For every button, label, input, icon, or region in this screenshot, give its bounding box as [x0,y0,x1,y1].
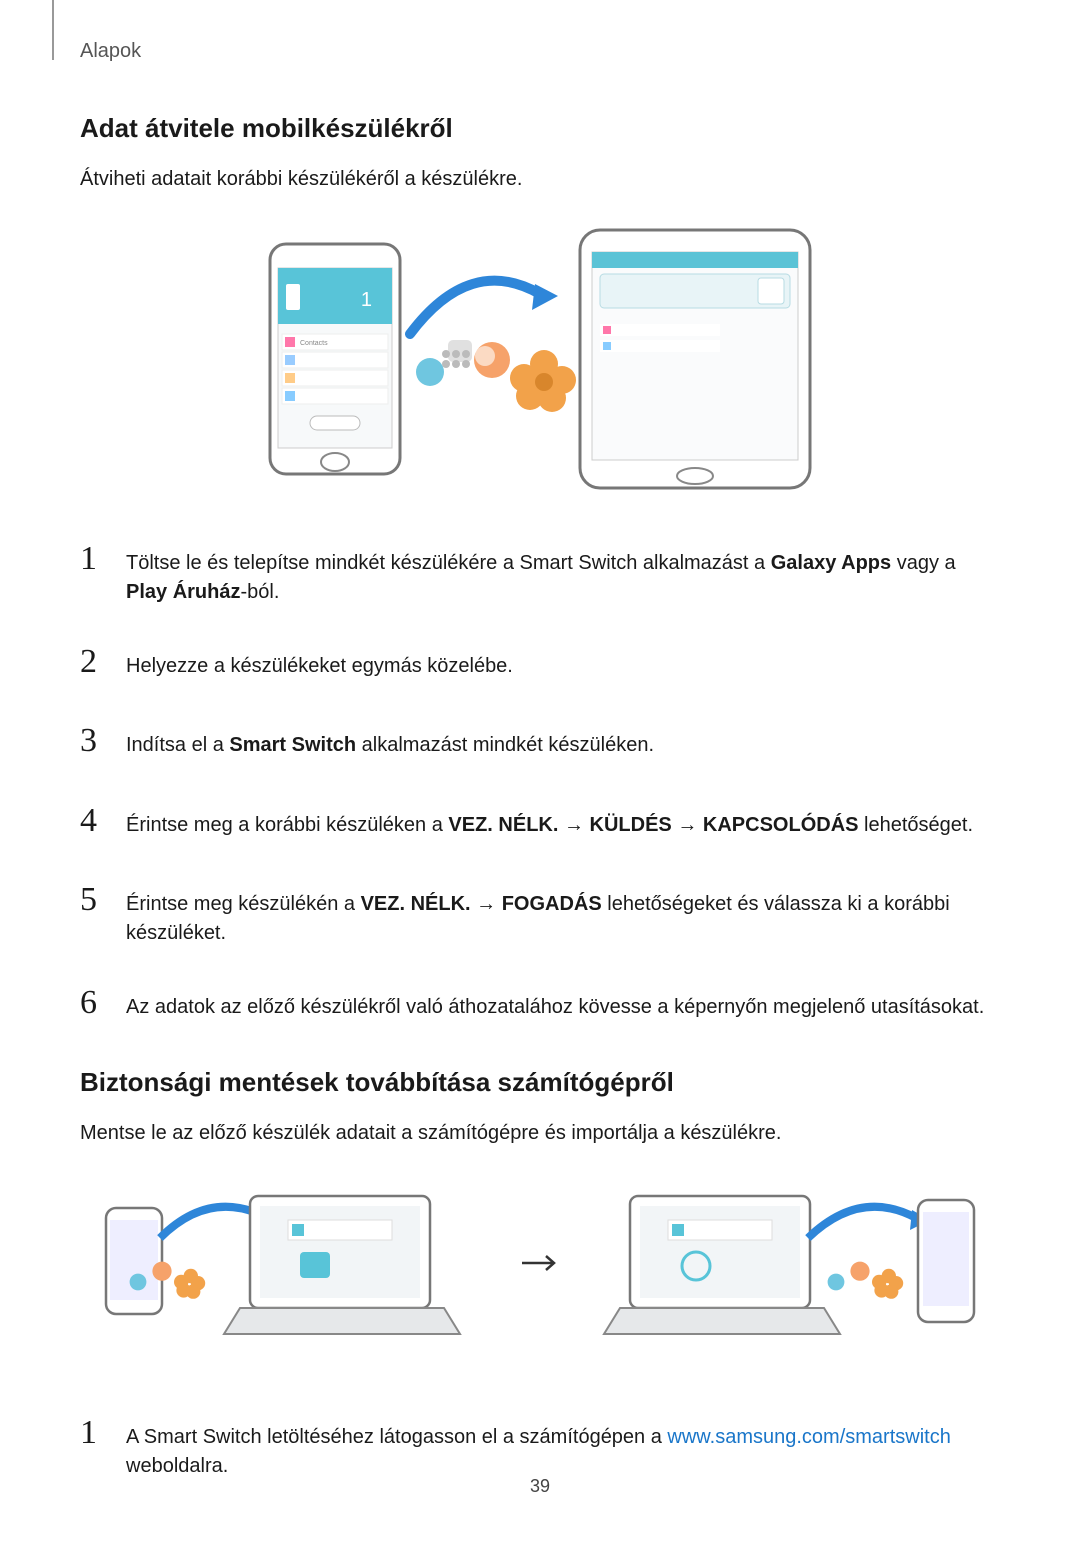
step-number: 1 [80,1408,106,1457]
chapter-label: Alapok [80,40,1000,63]
step-1: 1 A Smart Switch letöltéséhez látogasson… [80,1408,1000,1481]
step-6: 6 Az adatok az előző készülékről való át… [80,978,1000,1027]
section1-intro: Átviheti adatait korábbi készülékéről a … [80,164,1000,194]
smartswitch-link[interactable]: www.samsung.com/smartswitch [667,1426,950,1448]
section1-steps: 1 Töltse le és telepítse mindkét készülé… [80,534,1000,1027]
section2-title: Biztonsági mentések továbbítása számítóg… [80,1067,1000,1098]
step-number: 5 [80,875,106,924]
step-3: 3 Indítsa el a Smart Switch alkalmazást … [80,716,1000,765]
step-1: 1 Töltse le és telepítse mindkét készülé… [80,534,1000,607]
step-number: 3 [80,716,106,765]
svg-text:Contacts: Contacts [300,340,328,347]
section2-steps: 1 A Smart Switch letöltéséhez látogasson… [80,1408,1000,1481]
page-number: 39 [0,1476,1080,1497]
step-number: 4 [80,796,106,845]
illustration-laptops [80,1178,1000,1348]
step-number: 6 [80,978,106,1027]
step-5: 5 Érintse meg készülékén a VEZ. NÉLK. → … [80,875,1000,948]
section2-intro: Mentse le az előző készülék adatait a sz… [80,1118,1000,1148]
step-2: 2 Helyezze a készülékeket egymás közeléb… [80,637,1000,686]
step-number: 1 [80,534,106,583]
illustration-devices: 1 Contacts [80,224,1000,494]
step-number: 2 [80,637,106,686]
section1-title: Adat átvitele mobilkészülékről [80,113,1000,144]
step-4: 4 Érintse meg a korábbi készüléken a VEZ… [80,796,1000,845]
arrow-right-icon [520,1253,560,1273]
svg-text:1: 1 [361,289,372,311]
